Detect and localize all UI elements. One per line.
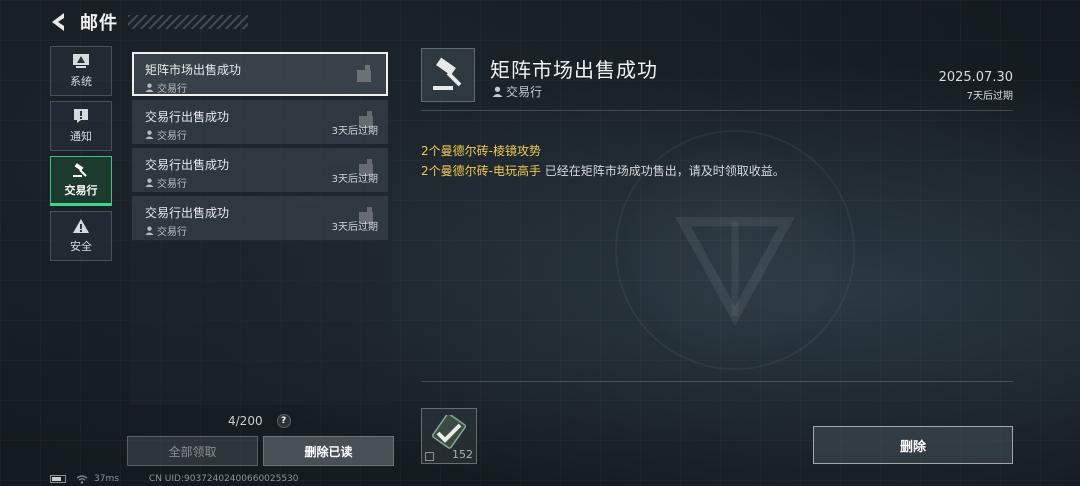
mail-item[interactable]: 交易行出售成功 交易行 3天后过期: [132, 148, 388, 192]
bound-tag-icon: [425, 452, 434, 461]
help-icon[interactable]: ?: [276, 414, 291, 428]
mail-sender-name: 交易行: [157, 84, 187, 95]
category-label: 交易行: [64, 184, 98, 197]
notice-icon: [74, 109, 88, 123]
mail-expiry: 3天后过期: [331, 174, 378, 185]
item-name: 2个曼德尔砖-电玩高手: [421, 164, 541, 178]
attachment-count: 152: [452, 448, 473, 461]
category-security[interactable]: 安全: [50, 211, 112, 261]
mail-expiry: 3天后过期: [331, 126, 378, 137]
mail-sender-name: 交易行: [157, 179, 187, 190]
gavel-icon: [433, 57, 462, 90]
attachment-item[interactable]: 152: [421, 408, 477, 464]
mail-title: 矩阵市场出售成功: [145, 63, 242, 77]
category-trade[interactable]: 交易行: [50, 156, 112, 206]
user-icon: [492, 86, 503, 97]
uid-text: CN UID:903724024006600255​30: [148, 474, 299, 484]
category-label: 安全: [70, 240, 92, 253]
user-icon: [145, 226, 154, 235]
status-bar: 37ms CN UID:903724024006600255​30: [50, 474, 299, 484]
category-label: 通知: [70, 130, 92, 143]
mail-sender-name: 交易行: [157, 227, 187, 238]
category-system[interactable]: 系统: [50, 46, 112, 96]
detail-sender: 交易行: [492, 83, 542, 100]
detail-title: 矩阵市场出售成功: [490, 58, 658, 82]
mail-sender-name: 交易行: [157, 131, 187, 142]
detail-sender-name: 交易行: [506, 85, 543, 99]
delete-read-button[interactable]: 删除已读: [263, 436, 394, 466]
divider: [421, 110, 1013, 111]
user-icon: [145, 178, 154, 187]
mail-counter: 4/200 ?: [228, 414, 291, 428]
detail-date: 2025.07.30: [938, 70, 1013, 85]
mail-body-text: 已经在矩阵市场成功售出，请及时领取收益。: [540, 164, 785, 178]
category-label: 系统: [70, 75, 92, 88]
mail-item[interactable]: 交易行出售成功 交易行 3天后过期: [132, 196, 388, 240]
user-icon: [145, 130, 154, 139]
mail-sender: 交易行: [145, 80, 386, 95]
detail-expiry: 7天后过期: [966, 91, 1013, 102]
system-icon: [73, 54, 89, 68]
title-decoration: [128, 15, 248, 29]
mail-item[interactable]: 交易行出售成功 交易行 3天后过期: [132, 100, 388, 144]
category-sidebar: 系统 通知 交易行 安全: [50, 46, 112, 266]
user-icon: [145, 83, 154, 92]
back-icon[interactable]: [50, 11, 70, 33]
mail-body-line: 2个曼德尔砖-棱镜攻势: [421, 142, 541, 159]
mail-expiry: 3天后过期: [331, 222, 378, 233]
warning-icon: [73, 219, 89, 233]
battery-icon: [50, 475, 66, 483]
wifi-icon: [76, 474, 88, 484]
divider: [421, 381, 1013, 382]
building-icon: [357, 65, 371, 82]
page-title: 邮件: [80, 13, 118, 34]
gavel-icon: [73, 163, 87, 177]
header: 邮件: [50, 10, 248, 34]
mail-type-badge: [421, 48, 475, 102]
claim-all-button[interactable]: 全部领取: [127, 436, 258, 466]
currency-card-icon: [431, 415, 467, 449]
mail-list: 矩阵市场出售成功 交易行 交易行出售成功 交易行 3天后过期 交易行出售成功 交…: [130, 50, 392, 405]
category-notice[interactable]: 通知: [50, 101, 112, 151]
mail-item[interactable]: 矩阵市场出售成功 交易行: [132, 52, 388, 96]
mail-count-text: 4/200: [228, 414, 263, 428]
mail-body-line: 2个曼德尔砖-电玩高手 已经在矩阵市场成功售出，请及时领取收益。: [421, 162, 785, 179]
delete-button[interactable]: 删除: [813, 426, 1013, 464]
item-name: 2个曼德尔砖-棱镜攻势: [421, 144, 541, 158]
latency-text: 37ms: [94, 474, 119, 484]
